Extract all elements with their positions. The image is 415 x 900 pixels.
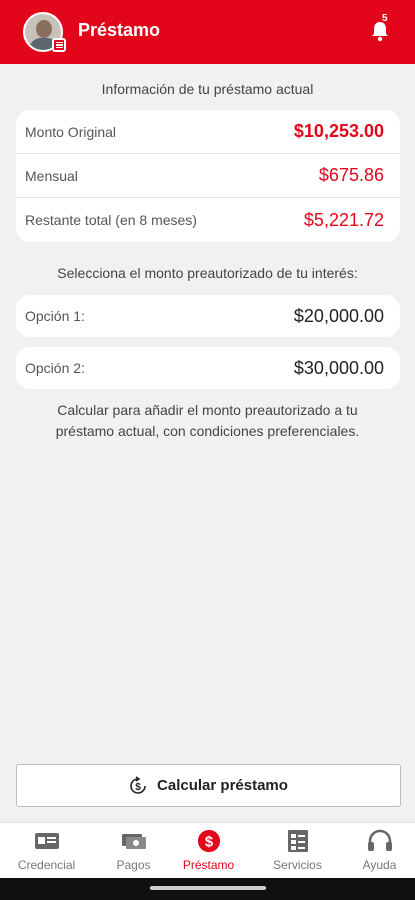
dollar-circle-icon: $ (197, 829, 220, 853)
current-loan-card: Monto Original $10,253.00 Mensual $675.8… (16, 110, 400, 242)
loan-row-value: $675.86 (318, 165, 384, 185)
option-amount: $20,000.00 (293, 305, 384, 326)
tab-label: Préstamo (182, 858, 235, 872)
app-header: Préstamo 5 (0, 0, 415, 64)
calculate-loan-label: Calcular préstamo (157, 777, 288, 794)
id-card-icon (34, 833, 59, 849)
option-2[interactable]: Opción 2: $30,000.00 (16, 347, 400, 389)
home-indicator[interactable] (150, 886, 266, 890)
tab-ayuda[interactable]: Ayuda (338, 823, 415, 879)
preapproved-note: Calcular para añadir el monto preautoriz… (55, 402, 360, 439)
tab-label: Servicios (273, 858, 322, 872)
option-amount: $30,000.00 (293, 357, 384, 378)
calculate-loan-button[interactable]: $ Calcular préstamo (16, 764, 401, 807)
tab-label: Pagos (116, 858, 151, 872)
loan-row-remaining: Restante total (en 8 meses) $5,221.72 (16, 198, 400, 242)
tab-pagos[interactable]: Pagos (92, 823, 175, 879)
page-title: Préstamo (78, 20, 161, 40)
cash-icon (121, 834, 146, 849)
preapproved-caption: Selecciona el monto preautorizado de tu … (57, 265, 358, 281)
svg-text:$: $ (135, 782, 141, 793)
dollar-cycle-icon: $ (130, 775, 146, 794)
headset-icon (367, 829, 392, 851)
loan-row-label: Restante total (en 8 meses) (25, 212, 197, 228)
menu-icon[interactable] (52, 38, 66, 52)
option-1[interactable]: Opción 1: $20,000.00 (16, 295, 400, 337)
tab-prestamo[interactable]: $ Préstamo (167, 823, 250, 879)
svg-text:$: $ (204, 835, 212, 851)
loan-row-label: Monto Original (25, 123, 117, 140)
tab-servicios[interactable]: Servicios (256, 823, 339, 879)
system-nav-bar (0, 878, 415, 900)
checklist-icon (287, 830, 308, 852)
loan-row-monthly: Mensual $675.86 (16, 154, 400, 198)
loan-row-original: Monto Original $10,253.00 (16, 110, 400, 154)
notification-count: 5 (382, 13, 388, 24)
option-label: Opción 1: (25, 308, 85, 324)
loan-row-value: $5,221.72 (303, 209, 384, 230)
tab-label: Ayuda (362, 858, 397, 872)
bottom-tab-bar: Credencial Pagos $ Préstamo Servicios Ay… (0, 822, 415, 878)
loan-row-label: Mensual (25, 167, 78, 184)
option-label: Opción 2: (25, 360, 85, 376)
tab-credencial[interactable]: Credencial (5, 823, 88, 879)
loan-row-value: $10,253.00 (293, 121, 384, 141)
tab-label: Credencial (17, 858, 76, 872)
current-loan-caption: Información de tu préstamo actual (101, 81, 314, 97)
